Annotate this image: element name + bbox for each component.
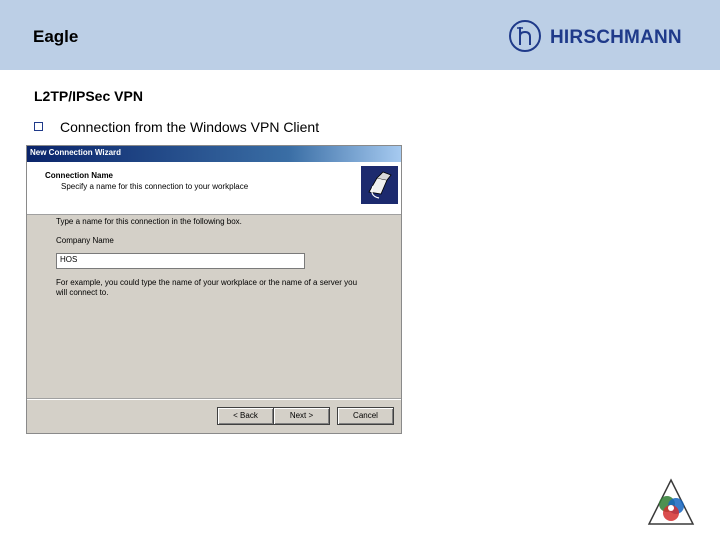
square-bullet-icon [34,122,43,131]
color-triangle-logo-icon [647,478,695,528]
back-button[interactable]: < Back [217,407,274,425]
wizard-separator [27,398,401,400]
company-name-label: Company Name [56,236,114,245]
brand-name: HIRSCHMANN [550,27,682,48]
wizard-subheading: Specify a name for this connection to yo… [61,182,249,191]
wizard-example-text: For example, you could type the name of … [56,278,358,297]
bullet-text: Connection from the Windows VPN Client [60,119,320,135]
next-button[interactable]: Next > [273,407,330,425]
slide-header: Eagle HIRSCHMANN [0,0,720,70]
wizard-instruction: Type a name for this connection in the f… [56,217,242,226]
wizard-heading: Connection Name [45,171,114,180]
company-name-input[interactable]: HOS [56,253,305,269]
slide-title: L2TP/IPSec VPN [34,88,143,104]
new-connection-wizard-window: New Connection Wizard Connection Name Sp… [26,145,402,434]
wizard-header: Connection Name Specify a name for this … [27,162,401,215]
cancel-button[interactable]: Cancel [337,407,394,425]
hirschmann-logo: HIRSCHMANN [508,19,708,55]
window-titlebar[interactable]: New Connection Wizard [27,146,401,162]
hirschmann-emblem-icon [509,20,541,52]
header-title: Eagle [33,27,79,46]
network-connection-icon [361,166,398,204]
window-title: New Connection Wizard [30,148,122,157]
